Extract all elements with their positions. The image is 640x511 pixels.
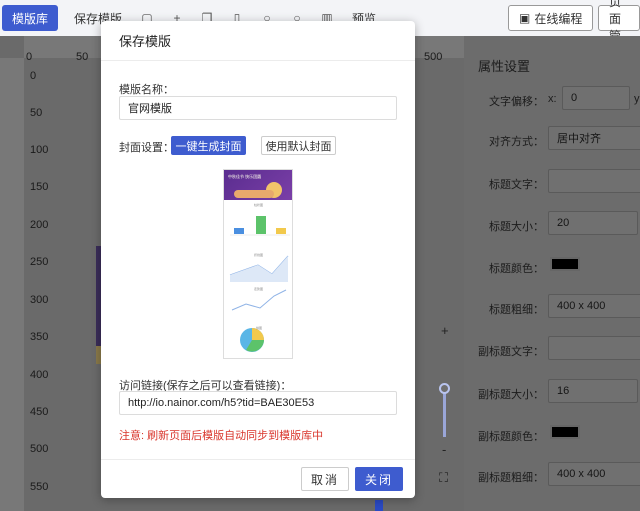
subtitle-text-input[interactable] xyxy=(548,336,640,360)
save-template-dialog: 保存模版 模版名称： 官网模版 封面设置： 一键生成封面 使用默认封面 中秋佳节… xyxy=(101,21,415,498)
zoom-slider-handle[interactable] xyxy=(439,383,450,394)
template-name-input[interactable]: 官网模版 xyxy=(119,96,397,120)
thumb-bar xyxy=(256,216,266,234)
cloud-shape xyxy=(234,190,274,198)
title-text-input[interactable] xyxy=(548,169,640,193)
zoom-out-icon[interactable]: - xyxy=(442,442,446,457)
thumb-bar xyxy=(276,228,286,234)
close-button[interactable]: 关闭 xyxy=(355,467,403,491)
subtitle-weight-input[interactable]: 400 x 400 xyxy=(548,462,640,486)
thumb-trend xyxy=(231,289,287,311)
page-manage-button[interactable]: 页面管 xyxy=(598,0,640,43)
code-icon: ▣ xyxy=(519,11,531,25)
name-label: 模版名称： xyxy=(119,84,174,96)
dialog-footer-divider xyxy=(101,459,415,460)
cover-label: 封面设置： xyxy=(119,142,174,154)
ruler-left xyxy=(0,58,24,511)
default-cover-button[interactable]: 使用默认封面 xyxy=(261,136,336,155)
dialog-title: 保存模版 xyxy=(101,21,415,61)
subtitle-color-swatch[interactable] xyxy=(550,425,580,439)
title-weight-input[interactable]: 400 x 400 xyxy=(548,294,640,318)
title-color-swatch[interactable] xyxy=(550,257,580,271)
offset-x-input[interactable]: 0 xyxy=(562,86,630,110)
thumb-area xyxy=(230,256,288,282)
align-select[interactable]: 居中对齐 xyxy=(548,126,640,150)
access-link-input[interactable]: http://io.nainor.com/h5?tid=BAE30E53 xyxy=(119,391,397,415)
canvas-element[interactable] xyxy=(375,500,383,511)
sync-note: 注意: 刷新页面后模版自动同步到模版库中 xyxy=(119,430,324,442)
panel-title: 属性设置 xyxy=(478,59,531,74)
fullscreen-icon[interactable]: ⛶ xyxy=(439,470,448,486)
title-size-input[interactable]: 20 xyxy=(548,211,638,235)
cover-preview-image: 中秋佳节 快乐团圆 柱状图 折线图 走势图 饼图 xyxy=(223,169,293,359)
thumb-banner: 中秋佳节 快乐团圆 xyxy=(224,170,292,200)
template-library-button[interactable]: 模版库 xyxy=(2,5,59,31)
cancel-button[interactable]: 取消 xyxy=(301,467,349,491)
thumb-bar xyxy=(234,228,244,234)
generate-cover-button[interactable]: 一键生成封面 xyxy=(171,136,246,155)
subtitle-size-input[interactable]: 16 xyxy=(548,379,638,403)
zoom-in-icon[interactable]: + xyxy=(441,323,449,338)
online-programming-button[interactable]: ▣ 在线编程 xyxy=(508,5,594,31)
thumb-charts xyxy=(229,216,290,352)
